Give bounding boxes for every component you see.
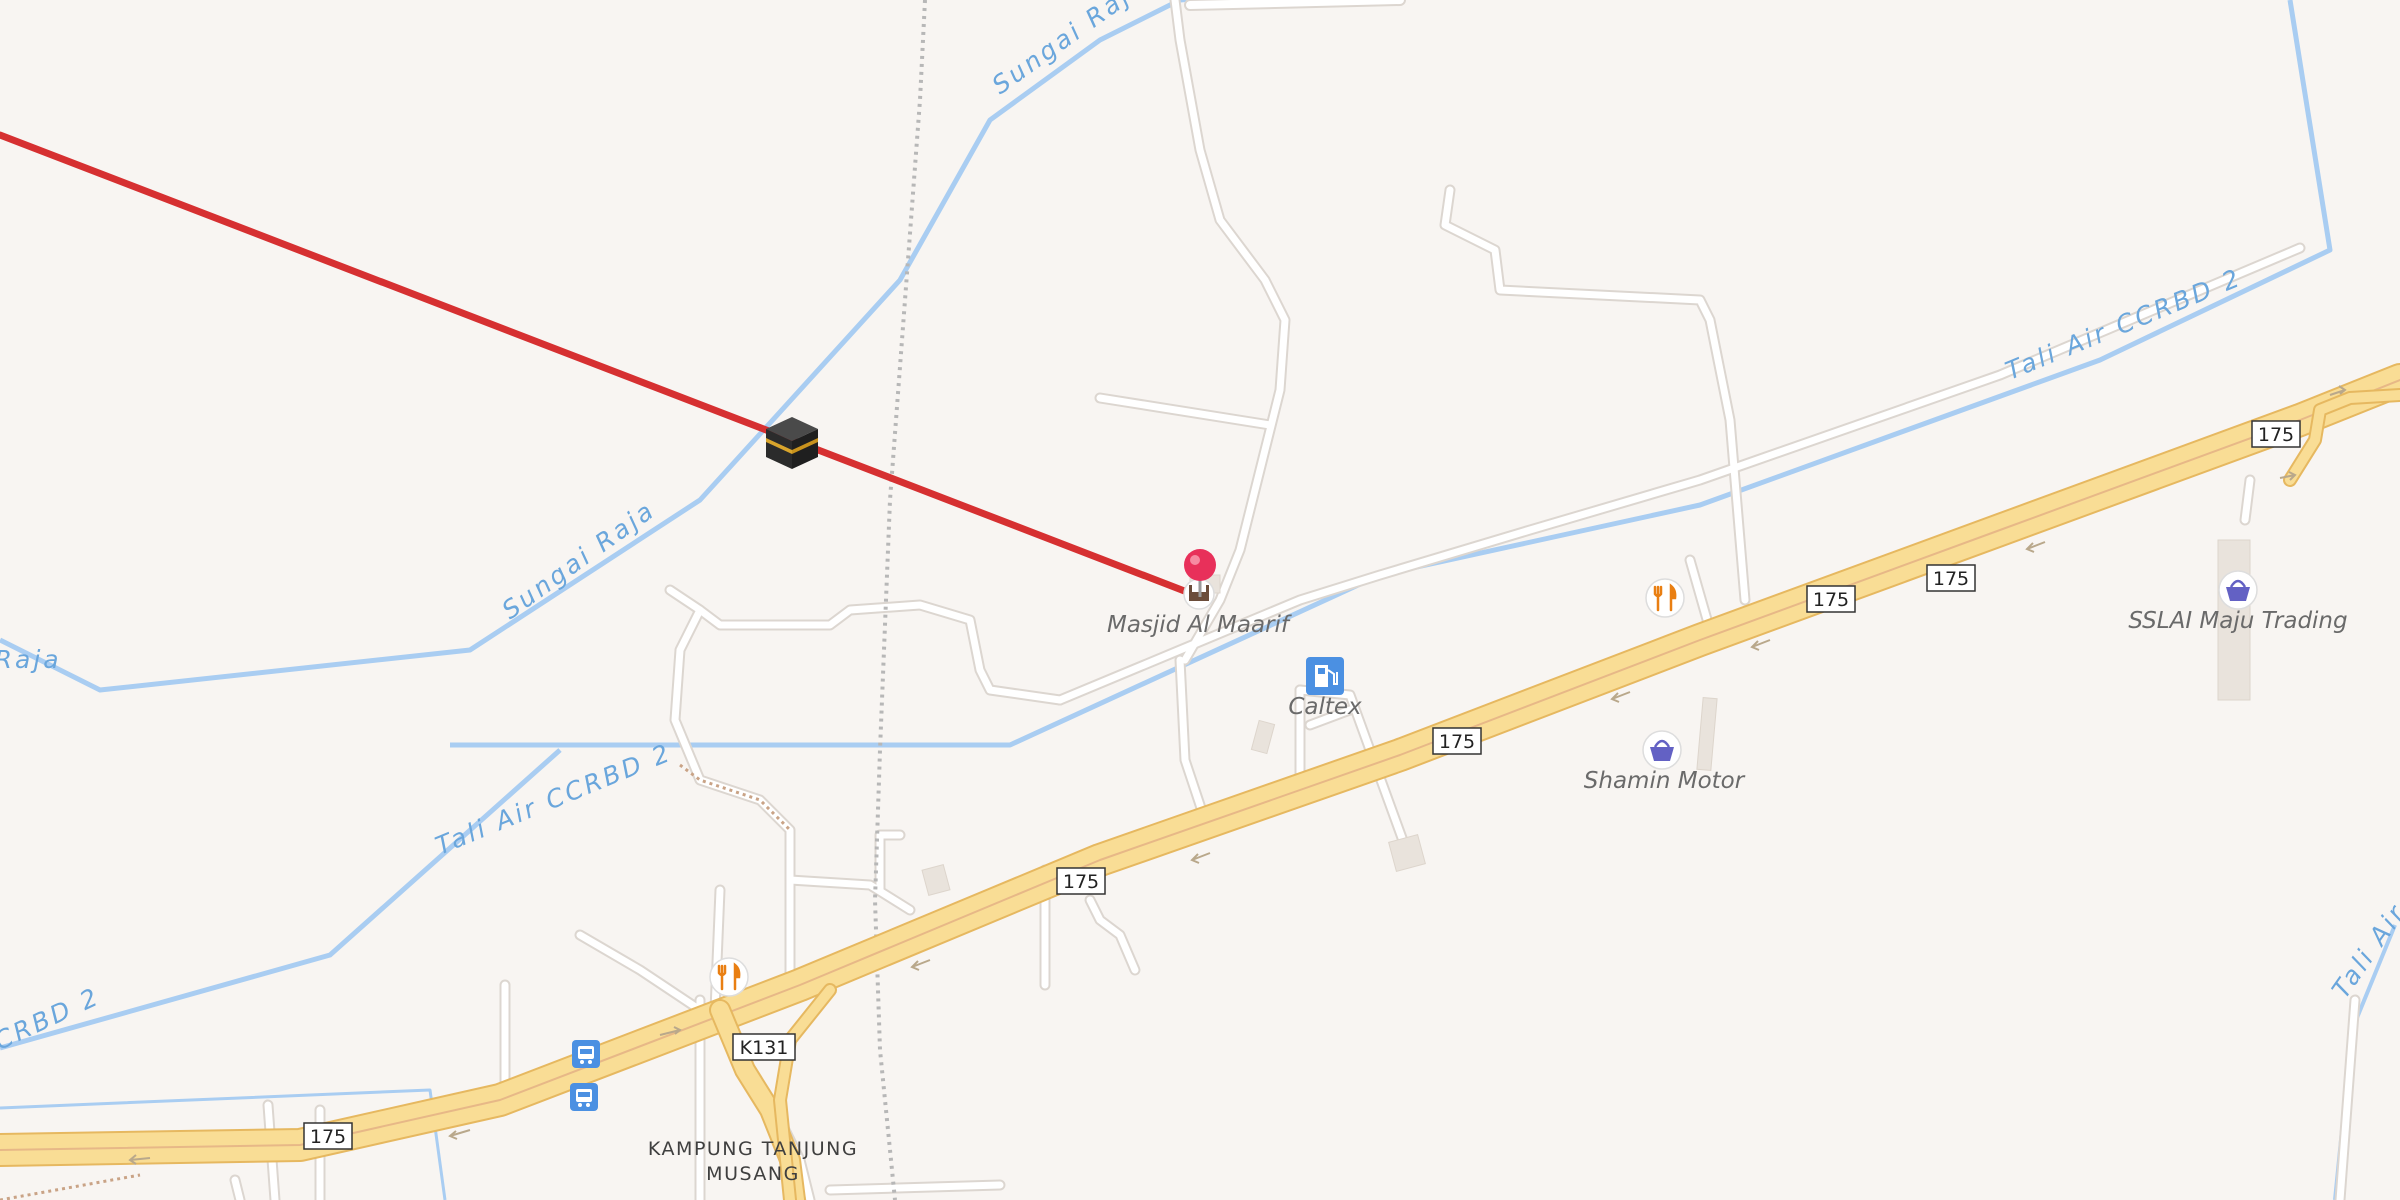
svg-text:175: 175 <box>1933 568 1969 590</box>
poi-label-caltex: Caltex <box>1288 694 1362 720</box>
bus-stop-icon[interactable] <box>572 1040 600 1068</box>
fuel-station-icon[interactable] <box>1306 657 1344 695</box>
place-label-line1: KAMPUNG TANJUNG <box>648 1138 858 1160</box>
svg-text:175: 175 <box>2258 424 2294 446</box>
shopping-basket-icon[interactable] <box>2218 570 2258 610</box>
bus-stop-icon[interactable] <box>570 1083 598 1111</box>
restaurant-icon[interactable] <box>709 957 749 997</box>
map-canvas[interactable]: Sungai Raja Sungai Raja Sungai Raja Tali… <box>0 0 2400 1200</box>
route-shield-k131: K131 <box>732 1033 796 1061</box>
route-shield-175-d: 175 <box>1806 585 1856 613</box>
river-label-sungai-raja-edge: Sungai Raja <box>0 645 62 674</box>
poi-label-shamin-motor: Shamin Motor <box>1584 768 1746 794</box>
shopping-basket-icon[interactable] <box>1642 730 1682 770</box>
place-label-line2: MUSANG <box>706 1163 800 1185</box>
poi-label-masjid-al-maarif: Masjid Al Maarif <box>1107 612 1292 638</box>
restaurant-icon[interactable] <box>1645 578 1685 618</box>
svg-text:K131: K131 <box>740 1037 789 1059</box>
route-shield-175-a: 175 <box>303 1122 353 1150</box>
svg-text:175: 175 <box>1439 731 1475 753</box>
route-shield-175-e: 175 <box>1926 564 1976 592</box>
svg-text:175: 175 <box>1063 871 1099 893</box>
poi-label-sslai-maju-trading: SSLAI Maju Trading <box>2128 608 2347 634</box>
route-shield-175-c: 175 <box>1432 727 1482 755</box>
svg-text:175: 175 <box>310 1126 346 1148</box>
route-shield-175-f: 175 <box>2251 420 2301 448</box>
route-shield-175-b: 175 <box>1056 867 1106 895</box>
svg-text:175: 175 <box>1813 589 1849 611</box>
